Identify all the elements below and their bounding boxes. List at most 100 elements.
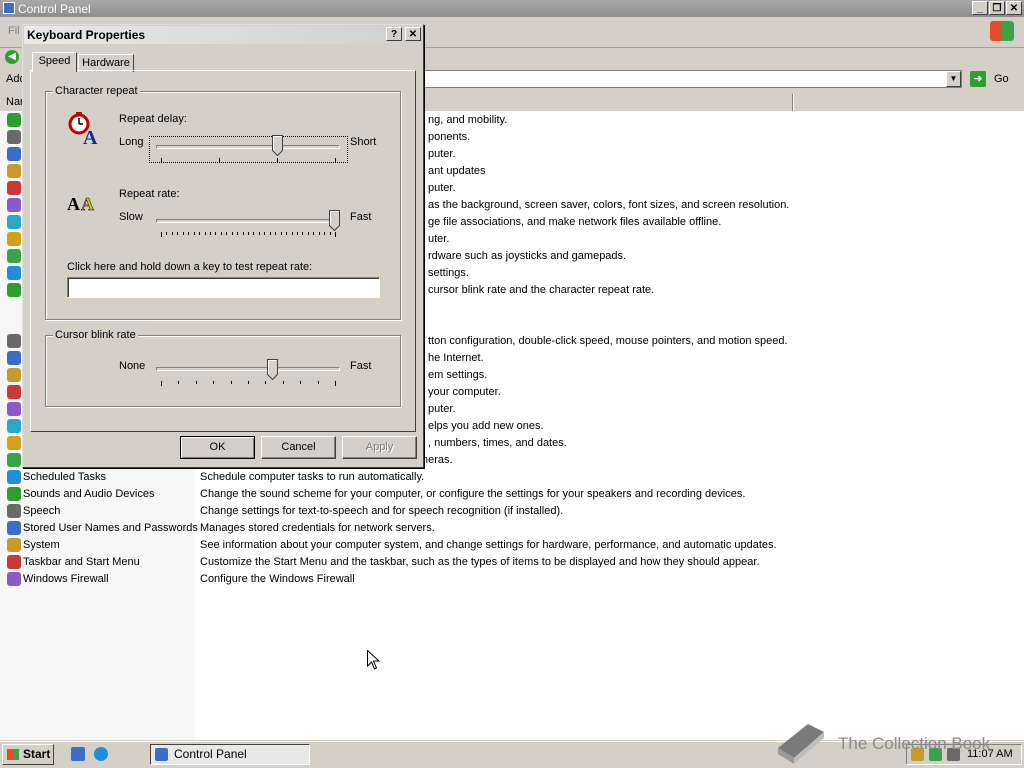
list-item-description: Configure the Windows Firewall [200, 573, 355, 585]
list-item-description: he Internet. [428, 352, 484, 364]
close-button[interactable]: ✕ [1006, 1, 1022, 15]
list-item[interactable]: Taskbar and Start Menu Customize the Star… [0, 554, 1024, 571]
repeat-delay-icon: A [68, 112, 98, 146]
restore-button[interactable]: ❐ [989, 1, 1005, 15]
list-item-name: System [23, 539, 60, 551]
repeat-delay-label: Repeat delay: [119, 113, 187, 125]
list-item[interactable]: Scheduled Tasks Schedule computer tasks t… [0, 469, 1024, 486]
list-item-description: puter. [428, 182, 456, 194]
list-item-description: puter. [428, 403, 456, 415]
column-header-name[interactable]: Name [6, 96, 22, 108]
list-item-description: em settings. [428, 369, 488, 381]
svg-text:A: A [83, 127, 98, 146]
list-item-description: elps you add new ones. [428, 420, 544, 432]
repeat-delay-short-label: Short [350, 136, 377, 148]
watermark: The Collection Book [774, 718, 1024, 768]
quicklaunch-ie-icon[interactable] [94, 747, 108, 761]
control-panel-applet-icon [7, 232, 21, 246]
control-panel-applet-icon [7, 453, 21, 467]
character-repeat-legend: Character repeat [53, 85, 140, 97]
list-item[interactable]: Stored User Names and Passwords Manages s… [0, 520, 1024, 537]
apply-button[interactable]: Apply [342, 436, 417, 459]
control-panel-applet-icon [7, 385, 21, 399]
list-item-description: as the background, screen saver, colors,… [428, 199, 790, 211]
control-panel-applet-icon [7, 368, 21, 382]
list-item[interactable]: Speech Change settings for text-to-speech… [0, 503, 1024, 520]
mouse-cursor-icon [367, 650, 381, 670]
repeat-rate-slider-thumb[interactable] [329, 210, 340, 231]
cancel-button[interactable]: Cancel [261, 436, 336, 459]
repeat-rate-track[interactable] [156, 219, 340, 223]
repeat-delay-long-label: Long [119, 136, 144, 148]
list-item-description: uter. [428, 233, 450, 245]
repeat-delay-track[interactable] [156, 145, 340, 149]
list-item-description: Manages stored credentials for network s… [200, 522, 435, 534]
back-icon[interactable]: ◀ [5, 50, 19, 64]
list-item-description: Schedule computer tasks to run automatic… [200, 471, 425, 483]
quicklaunch-desktop-icon[interactable] [71, 747, 85, 761]
repeat-delay-slider-thumb[interactable] [271, 135, 283, 156]
list-item-description: ponents. [428, 131, 471, 143]
svg-text:A: A [67, 194, 80, 214]
minimize-button[interactable]: _ [972, 1, 988, 15]
book-icon [778, 724, 824, 764]
start-label: Start [23, 747, 51, 761]
list-item[interactable]: Sounds and Audio Devices Change the sound… [0, 486, 1024, 503]
cursor-blink-track[interactable] [156, 367, 340, 371]
address-dropdown-button[interactable]: ▼ [946, 71, 961, 87]
repeat-rate-fast-label: Fast [350, 211, 372, 223]
tick-group [161, 158, 336, 162]
control-panel-titlebar[interactable]: Control Panel _ ❐ ✕ [0, 0, 1024, 17]
cursor-blink-fast-label: Fast [350, 360, 372, 372]
control-panel-applet-icon [7, 487, 21, 501]
test-repeat-input[interactable] [67, 277, 380, 298]
cursor-blink-group [45, 335, 401, 407]
taskbar-button-label: Control Panel [174, 747, 247, 761]
cursor-blink-none-label: None [119, 360, 146, 372]
dialog-titlebar[interactable]: Keyboard Properties ? ✕ [24, 26, 422, 44]
control-panel-applet-icon [7, 470, 21, 484]
repeat-delay-ticks [161, 158, 336, 162]
dialog-title: Keyboard Properties [27, 28, 146, 42]
control-panel-applet-icon [7, 521, 21, 535]
control-panel-applet-icon [7, 283, 21, 297]
tab-speed[interactable]: Speed [32, 52, 77, 72]
list-item[interactable]: System See information about your compute… [0, 537, 1024, 554]
go-arrow-icon: ➜ [970, 71, 986, 87]
control-panel-task-icon [155, 748, 168, 761]
repeat-rate-slow-label: Slow [119, 211, 143, 223]
control-panel-applet-icon [7, 215, 21, 229]
repeat-rate-label: Repeat rate: [119, 188, 180, 200]
cursor-blink-slider-thumb[interactable] [266, 359, 278, 380]
list-item-description: Change the sound scheme for your compute… [200, 488, 746, 500]
list-item-name: Speech [23, 505, 61, 517]
start-button[interactable]: Start [2, 744, 54, 765]
control-panel-applet-icon [7, 130, 21, 144]
list-item[interactable]: Windows Firewall Configure the Windows Fi… [0, 571, 1024, 588]
repeat-rate-ticks [161, 232, 336, 237]
control-panel-applet-icon [7, 249, 21, 263]
column-divider[interactable] [792, 94, 794, 111]
go-label: Go [994, 73, 1009, 85]
control-panel-applet-icon [7, 419, 21, 433]
dialog-close-button[interactable]: ✕ [405, 27, 421, 41]
test-repeat-label: Click here and hold down a key to test r… [67, 261, 313, 273]
list-item-description: puter. [428, 148, 456, 160]
ok-button[interactable]: OK [180, 436, 255, 459]
control-panel-applet-icon [7, 436, 21, 450]
list-item-description: , numbers, times, and dates. [428, 437, 567, 449]
list-item-name: Taskbar and Start Menu [23, 556, 140, 568]
watermark-text: The Collection Book [838, 734, 991, 753]
menu-file[interactable]: File [8, 25, 20, 37]
control-panel-applet-icon [7, 147, 21, 161]
go-button[interactable]: ➜ Go [968, 70, 1020, 89]
cursor-blink-legend: Cursor blink rate [53, 329, 138, 341]
list-item-description: settings. [428, 267, 469, 279]
windows-flag-icon [7, 749, 19, 760]
list-item-description: tton configuration, double-click speed, … [428, 335, 788, 347]
taskbar-button-control-panel[interactable]: Control Panel [150, 744, 310, 765]
help-button[interactable]: ? [386, 27, 402, 41]
windows-logo-icon [990, 21, 1014, 41]
list-item-description: ng, and mobility. [428, 114, 508, 126]
address-input[interactable] [422, 70, 962, 88]
